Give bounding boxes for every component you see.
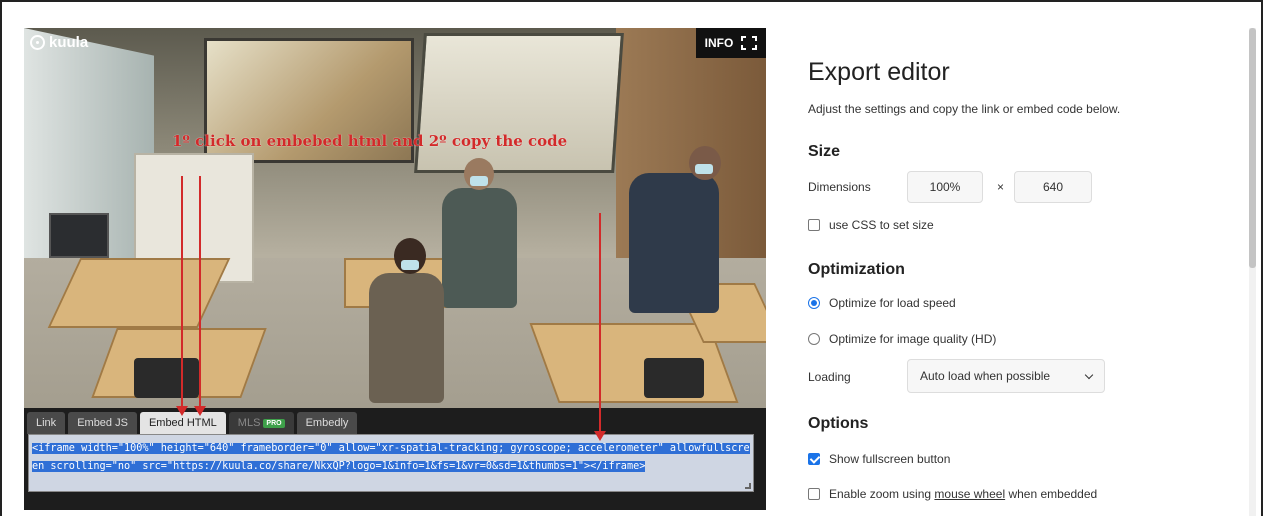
show-fullscreen-checkbox[interactable] <box>808 453 820 465</box>
show-fullscreen-option[interactable]: Show fullscreen button <box>808 452 950 466</box>
page-title: Export editor <box>808 58 950 86</box>
person-head <box>689 146 721 180</box>
mouse-wheel-link[interactable]: mouse wheel <box>934 487 1005 501</box>
person <box>442 188 517 308</box>
loading-label: Loading <box>808 370 851 384</box>
optimize-image-quality-option[interactable]: Optimize for image quality (HD) <box>808 332 996 346</box>
options-heading: Options <box>808 415 869 432</box>
person <box>369 273 444 403</box>
zoom-mouse-wheel-option[interactable]: Enable zoom using mouse wheel when embed… <box>808 487 1097 501</box>
annotation-text: 1º click on embebed html and 2º copy the… <box>172 132 568 150</box>
embed-tabs: Link Embed JS Embed HTML MLS PRO Embedly <box>24 412 358 434</box>
kuula-logo-icon <box>30 35 45 50</box>
times-symbol: × <box>997 180 1005 194</box>
tab-embed-js[interactable]: Embed JS <box>68 412 137 434</box>
kuula-logo-text: kuula <box>49 34 89 51</box>
size-heading: Size <box>808 143 841 160</box>
info-button[interactable]: INFO <box>705 36 734 50</box>
arrow-head-icon <box>194 406 206 416</box>
page-subtitle: Adjust the settings and copy the link or… <box>808 102 1121 116</box>
chair <box>644 358 704 398</box>
arrow-head-icon <box>594 431 606 441</box>
kuula-logo: kuula <box>30 34 88 51</box>
dimensions-label: Dimensions <box>808 180 871 194</box>
use-css-size-checkbox[interactable] <box>808 219 820 231</box>
face-mask <box>695 164 713 174</box>
export-editor-panel: Export editor Adjust the settings and co… <box>766 28 1256 516</box>
tab-embedly[interactable]: Embedly <box>296 412 358 434</box>
optimization-heading: Optimization <box>808 261 905 278</box>
person <box>629 173 719 313</box>
computer-monitor <box>49 213 109 258</box>
fullscreen-icon[interactable] <box>741 36 758 50</box>
pro-badge: PRO <box>263 418 285 428</box>
loading-select[interactable]: Auto load when possible <box>907 359 1105 393</box>
tab-mls[interactable]: MLS PRO <box>228 412 294 434</box>
optimize-load-speed-radio[interactable] <box>808 297 820 309</box>
width-input[interactable]: 100% <box>907 171 983 203</box>
arrow-head-icon <box>176 406 188 416</box>
chevron-down-icon <box>1084 370 1094 379</box>
whiteboard <box>414 33 624 173</box>
panorama-image[interactable]: kuula INFO 1º click on embebed html and … <box>24 28 766 408</box>
annotation-arrow <box>199 176 201 408</box>
scrollbar-thumb[interactable] <box>1249 28 1256 268</box>
optimize-image-quality-radio[interactable] <box>808 333 820 345</box>
scrollbar[interactable] <box>1249 28 1256 516</box>
embed-code-text: <iframe width="100%" height="640" frameb… <box>32 443 750 472</box>
face-mask <box>470 176 488 186</box>
zoom-mouse-wheel-checkbox[interactable] <box>808 488 820 500</box>
tab-link[interactable]: Link <box>27 412 66 434</box>
embed-code-textarea[interactable]: <iframe width="100%" height="640" frameb… <box>28 434 754 492</box>
annotation-arrow <box>181 176 183 408</box>
chair <box>134 358 199 398</box>
resize-grip-icon[interactable] <box>745 483 751 489</box>
height-input[interactable]: 640 <box>1014 171 1092 203</box>
viewer-controls: INFO <box>696 28 766 58</box>
face-mask <box>401 260 419 270</box>
panorama-viewer[interactable]: kuula INFO 1º click on embebed html and … <box>24 28 766 510</box>
use-css-size-option[interactable]: use CSS to set size <box>808 218 934 232</box>
annotation-arrow <box>599 213 601 433</box>
optimize-load-speed-option[interactable]: Optimize for load speed <box>808 296 956 310</box>
